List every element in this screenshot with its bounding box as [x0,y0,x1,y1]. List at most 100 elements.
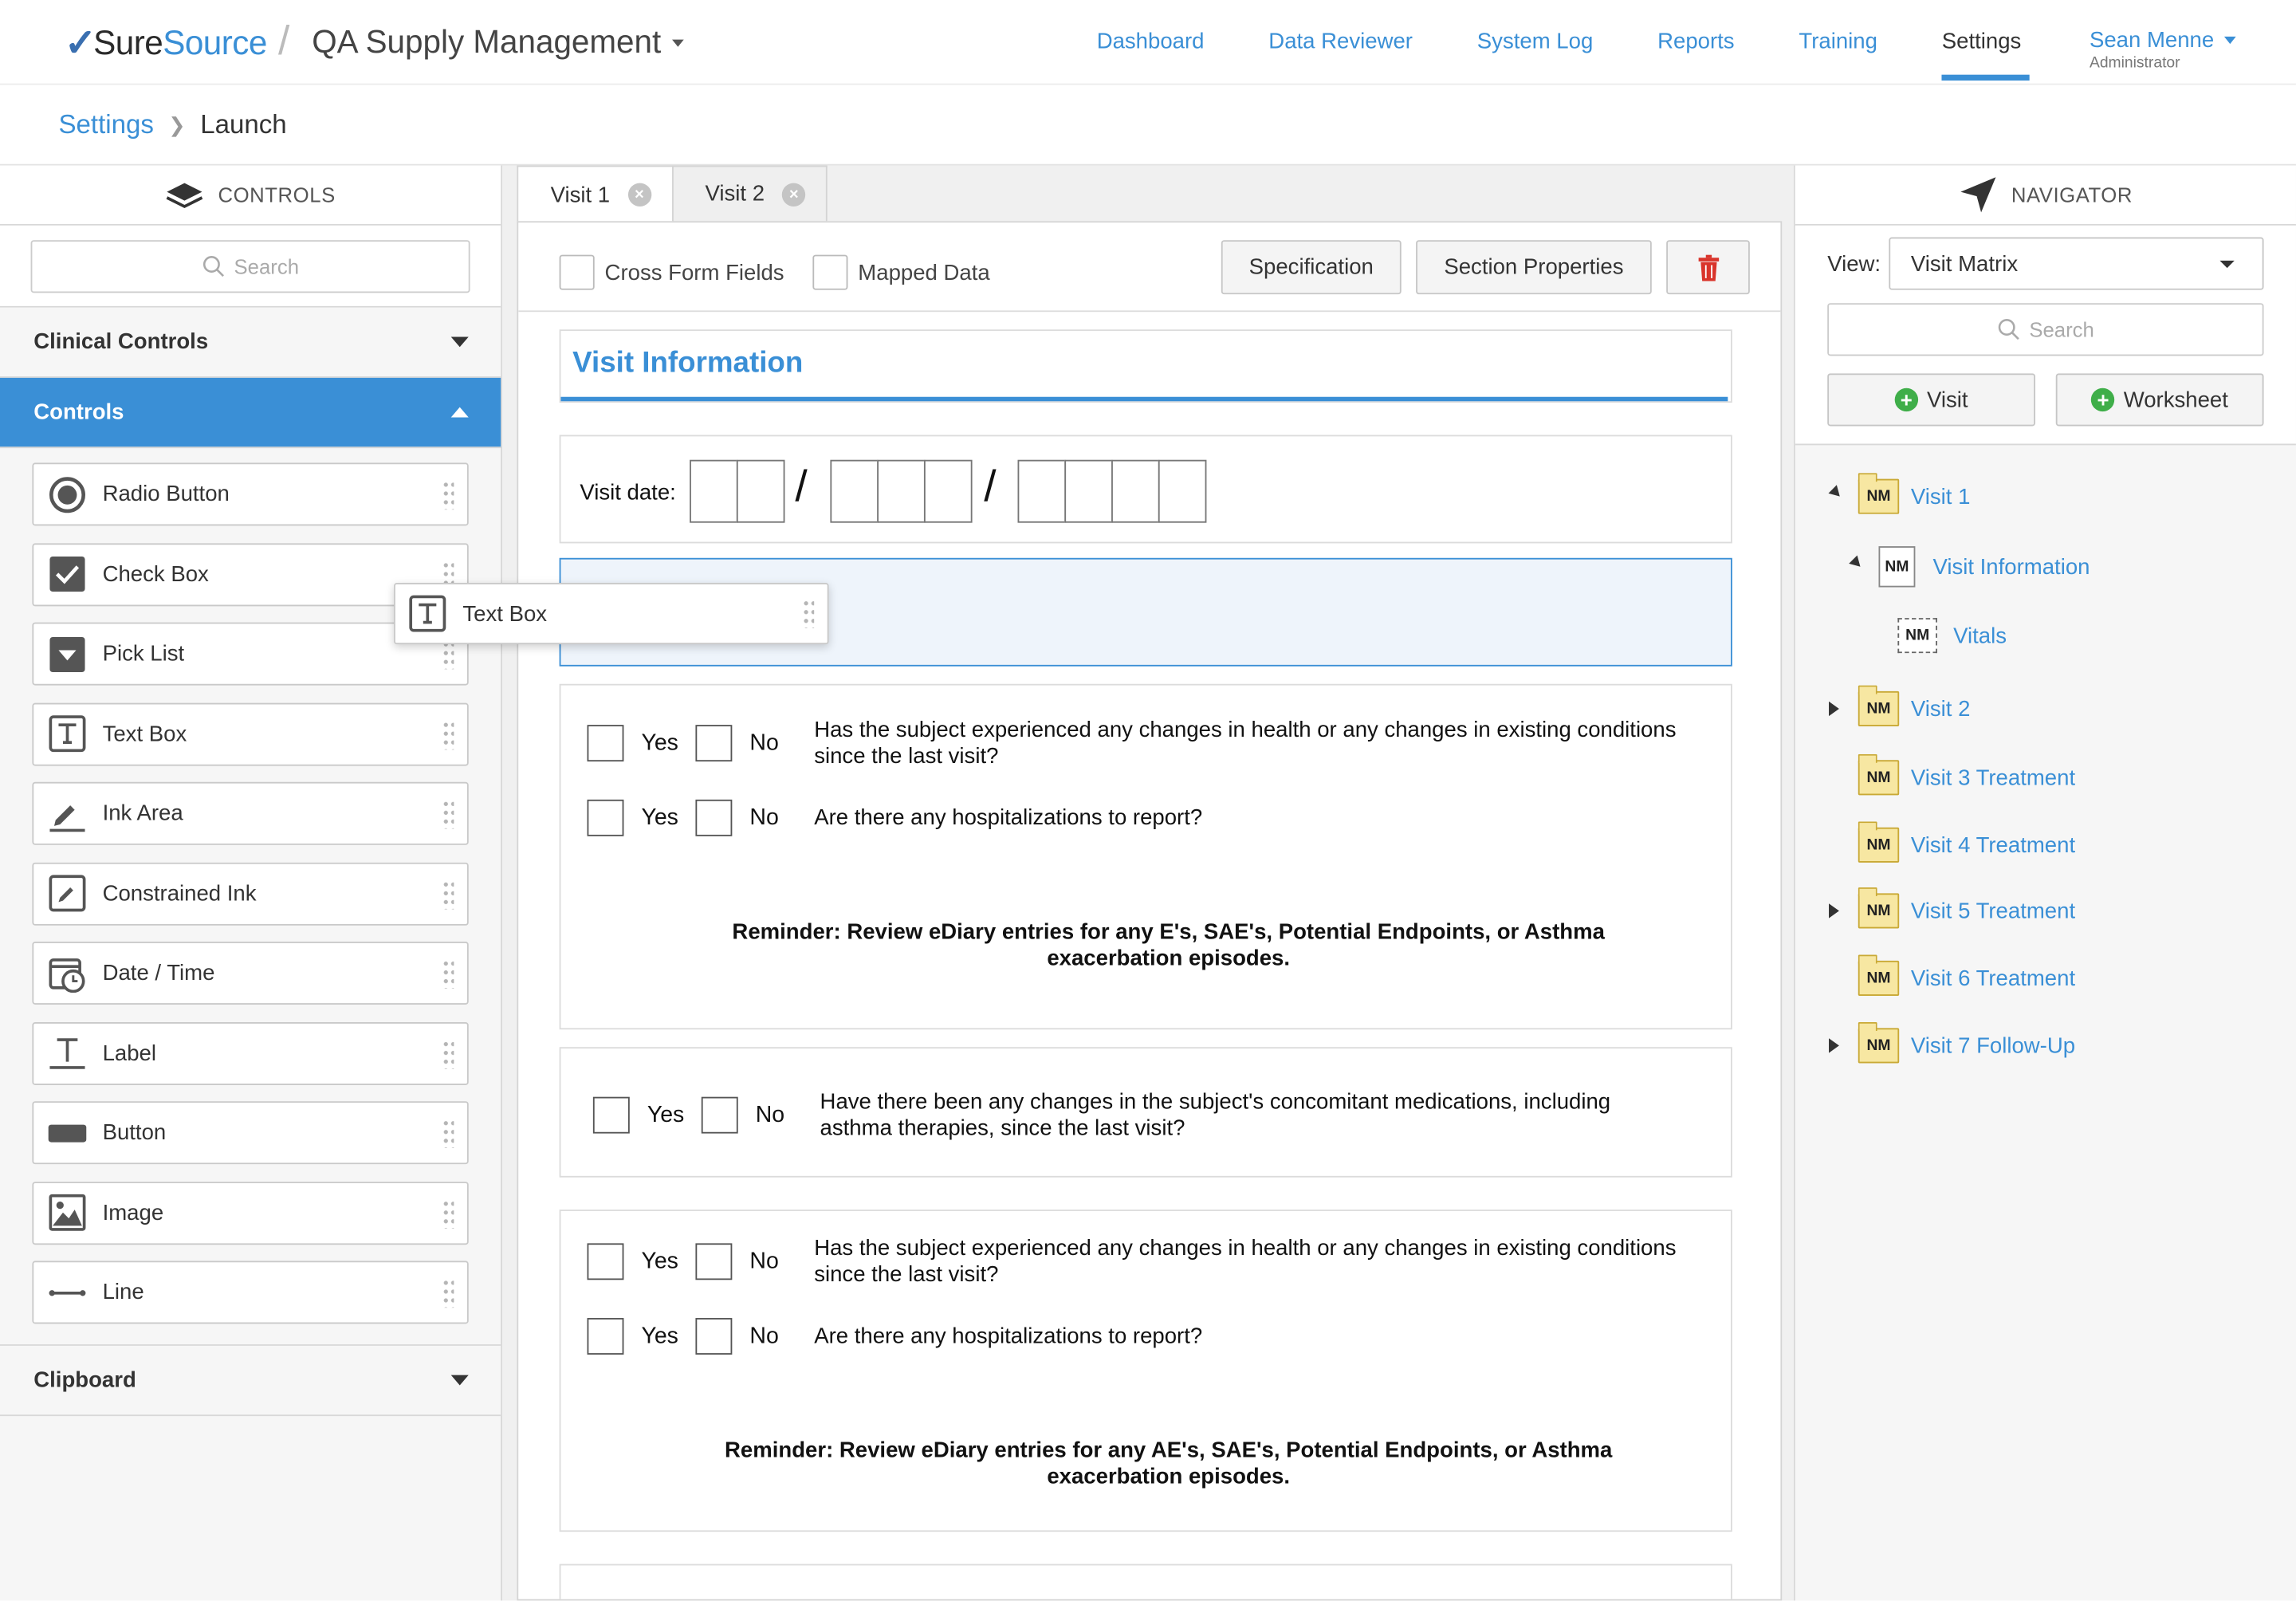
collapsed-triangle-icon[interactable] [1829,903,1839,919]
yes-checkbox[interactable] [587,1318,624,1355]
drag-handle-icon[interactable] [442,719,454,749]
accordion-clinical-controls[interactable]: Clinical Controls [0,307,501,378]
logo-check-icon: ✓ [64,20,96,65]
tree-item-visit-2[interactable]: NM Visit 2 [1857,685,1970,727]
control-label-item[interactable]: Label [32,1021,469,1085]
yes-checkbox[interactable] [592,1096,630,1134]
control-label: Line [102,1280,144,1305]
tree-item-visit-4[interactable]: NM Visit 4 Treatment [1857,821,2075,863]
folder-icon: NM [1857,887,1900,929]
accordion-clipboard[interactable]: Clipboard [0,1345,501,1416]
control-constrained-ink[interactable]: Constrained Ink [32,861,469,925]
collapsed-triangle-icon[interactable] [1829,701,1839,717]
controls-search-input[interactable]: Search [30,240,470,293]
nav-reports[interactable]: Reports [1657,30,1734,84]
no-checkbox[interactable] [695,799,733,836]
suresource-logo[interactable]: ✓ Sure Source [64,20,268,65]
date-year-1[interactable] [1017,459,1067,523]
date-month-2[interactable] [877,459,926,523]
cross-form-fields-checkbox[interactable] [559,254,595,290]
breadcrumb-settings-link[interactable]: Settings [58,110,153,141]
user-menu[interactable]: Sean Menne Administrator [2090,28,2236,72]
drag-handle-icon[interactable] [442,1039,454,1068]
triangle-down-icon [450,336,469,348]
drag-handle-icon[interactable] [442,799,454,829]
date-year-3[interactable] [1111,459,1160,523]
section-header[interactable]: Visit Information [559,329,1732,403]
folder-icon: NM [1857,954,1900,996]
control-image[interactable]: Image [32,1181,469,1245]
nav-dashboard[interactable]: Dashboard [1097,30,1205,84]
control-line[interactable]: Line [32,1261,469,1324]
mapped-data-checkbox[interactable] [812,254,848,290]
form-canvas: Cross Form Fields Mapped Data Specificat… [517,221,1783,1601]
control-ink-area[interactable]: Ink Area [32,781,469,845]
nav-data-reviewer[interactable]: Data Reviewer [1268,30,1413,84]
control-button[interactable]: Button [32,1101,469,1165]
control-text-box[interactable]: Text Box [32,702,469,765]
no-checkbox[interactable] [695,1243,733,1280]
date-year-4[interactable] [1158,459,1207,523]
date-year-2[interactable] [1064,459,1113,523]
tree-item-visit-6[interactable]: NM Visit 6 Treatment [1857,954,2076,996]
drag-handle-icon[interactable] [442,1119,454,1148]
drag-handle-icon[interactable] [802,599,815,628]
nav-system-log[interactable]: System Log [1477,30,1594,84]
yes-checkbox[interactable] [587,799,624,836]
accordion-controls[interactable]: Controls [0,377,501,449]
mapped-data-toggle[interactable]: Mapped Data [812,254,990,290]
date-day-digit-2[interactable] [736,459,785,523]
accordion-label: Controls [33,399,124,425]
close-icon[interactable]: × [782,182,806,207]
tree-item-visit-3[interactable]: NM Visit 3 Treatment [1857,753,2075,796]
tree-item-visit-7[interactable]: NM Visit 7 Follow-Up [1857,1022,2075,1064]
control-label: Radio Button [102,482,230,507]
no-checkbox[interactable] [695,1318,733,1355]
visit-date-block[interactable]: Visit date: / / [559,435,1732,544]
tab-visit-1[interactable]: Visit 1 × [517,165,674,223]
control-radio-button[interactable]: Radio Button [32,462,469,526]
drag-handle-icon[interactable] [442,879,454,909]
trash-icon [1697,254,1719,281]
dragging-text-box[interactable]: Text Box [394,583,829,645]
main-nav: Dashboard Data Reviewer System Log Repor… [1097,30,2086,84]
cross-form-fields-toggle[interactable]: Cross Form Fields [559,254,784,290]
drag-handle-icon[interactable] [442,1198,454,1229]
tree-item-visit-1[interactable]: NM Visit 1 [1857,473,1970,514]
nav-settings[interactable]: Settings [1941,30,2031,84]
app-switcher[interactable]: QA Supply Management [312,23,685,61]
add-visit-button[interactable]: + Visit [1827,373,2036,427]
control-date-time[interactable]: Date / Time [32,941,469,1005]
accordion-label: Clinical Controls [33,329,209,355]
date-month-3[interactable] [923,459,973,523]
navigator-search-input[interactable]: Search [1827,303,2264,356]
collapsed-triangle-icon[interactable] [1829,1038,1839,1053]
delete-button[interactable] [1666,240,1750,295]
question-block-4 [559,1564,1732,1599]
tab-visit-2[interactable]: Visit 2 × [671,165,828,222]
no-checkbox[interactable] [695,725,733,762]
drag-handle-icon[interactable] [442,1278,454,1308]
date-day-digit-1[interactable] [690,459,738,523]
nav-training[interactable]: Training [1799,30,1877,84]
specification-button[interactable]: Specification [1221,240,1402,295]
expanded-triangle-icon[interactable] [1828,485,1844,501]
drag-handle-icon[interactable] [442,959,454,989]
yes-label: Yes [641,730,678,756]
tree-item-vitals[interactable]: NM Vitals [1897,618,2007,654]
tree-item-visit-5[interactable]: NM Visit 5 Treatment [1857,887,2075,929]
add-worksheet-button[interactable]: + Worksheet [2055,373,2264,427]
view-select[interactable]: Visit Matrix [1889,237,2264,290]
date-month-1[interactable] [830,459,879,523]
tree-label: Visit 6 Treatment [1910,966,2076,991]
close-icon[interactable]: × [627,183,651,207]
reminder-text: Reminder: Review eDiary entries for any … [732,919,1605,945]
yes-checkbox[interactable] [587,725,624,762]
drag-handle-icon[interactable] [442,480,454,510]
yes-checkbox[interactable] [587,1243,624,1280]
tree-item-visit-information[interactable]: NM Visit Information [1878,546,2090,588]
section-title-underline [560,396,1728,402]
no-checkbox[interactable] [701,1096,738,1134]
expanded-triangle-icon[interactable] [1849,555,1865,571]
section-properties-button[interactable]: Section Properties [1416,240,1652,295]
